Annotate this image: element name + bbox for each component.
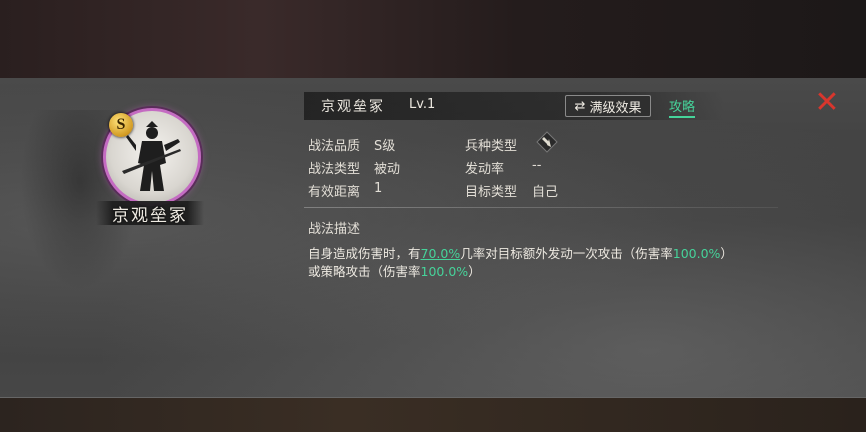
type-value: 被动: [374, 162, 401, 177]
trigger-rate-label: 发动率: [465, 162, 505, 177]
target-type-value: 自己: [532, 185, 559, 200]
portrait-name-plate: 京观垒冢: [96, 201, 204, 226]
skill-portrait: S 京观垒冢: [96, 108, 204, 228]
type-label: 战法类型: [308, 162, 361, 177]
description-title: 战法描述: [308, 222, 361, 237]
bottom-background: [0, 398, 866, 432]
strategy-damage-rate-highlight: 100.0%: [420, 264, 469, 279]
close-icon[interactable]: ✕: [814, 88, 840, 118]
desc-seg3: ）: [720, 246, 733, 261]
skill-level: Lv.1: [409, 97, 436, 112]
range-value: 1: [374, 181, 383, 196]
desc-seg4: 或策略攻击（伤害率: [308, 264, 421, 279]
quality-value: S级: [374, 139, 396, 154]
target-type-label: 目标类型: [465, 185, 518, 200]
damage-rate-highlight: 100.0%: [672, 246, 721, 261]
swap-arrows-icon: ⇄: [574, 98, 586, 114]
grade-badge: S: [109, 113, 133, 137]
section-divider: [304, 207, 778, 208]
guide-link[interactable]: 攻略: [669, 96, 696, 118]
desc-seg2: 几率对目标额外发动一次攻击（伤害率: [460, 246, 673, 261]
max-level-effect-button[interactable]: ⇄ 满级效果: [565, 95, 651, 117]
desc-seg5: ）: [468, 264, 481, 279]
troop-type-label: 兵种类型: [465, 139, 518, 154]
trigger-rate-value: --: [532, 158, 542, 173]
max-level-effect-label: 满级效果: [589, 100, 642, 116]
skill-name: 京观垒冢: [321, 99, 385, 115]
desc-seg1: 自身造成伤害时，有: [308, 246, 421, 261]
top-background: [0, 0, 866, 78]
range-label: 有效距离: [308, 185, 361, 200]
troop-type-icon: [536, 131, 558, 153]
quality-label: 战法品质: [308, 139, 361, 154]
trigger-rate-highlight: 70.0%: [420, 246, 461, 261]
description-text: 自身造成伤害时，有70.0%几率对目标额外发动一次攻击（伤害率100.0%） 或策…: [308, 245, 778, 281]
